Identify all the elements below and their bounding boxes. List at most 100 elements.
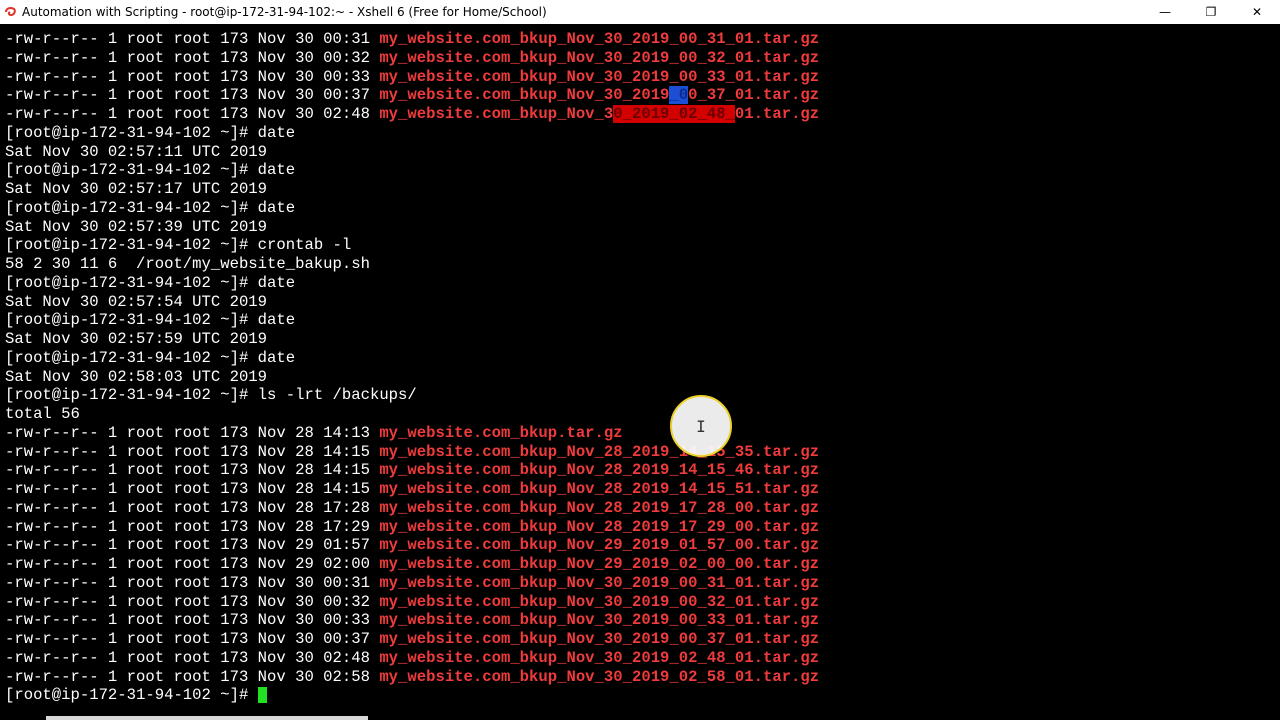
terminal-line: [root@ip-172-31-94-102 ~]# date [5,199,819,218]
file-metadata: -rw-r--r-- 1 root root 173 Nov 30 02:48 [5,648,380,667]
shell-command: date [257,161,296,180]
terminal-line: Sat Nov 30 02:57:54 UTC 2019 [5,293,819,312]
terminal-line: -rw-r--r-- 1 root root 173 Nov 28 17:29 … [5,518,819,537]
terminal-line: -rw-r--r-- 1 root root 173 Nov 30 00:32 … [5,593,819,612]
file-name[interactable]: my_website.com_bkup_Nov_30_2019_00_32_01… [379,593,819,611]
file-name[interactable]: my_website.com_bkup_Nov_30_2019_02_48_01… [379,649,819,667]
restore-button[interactable]: ❐ [1188,0,1234,24]
text-selection-highlight: 0_2019_02_48_ [613,105,735,123]
shell-command: crontab -l [257,236,352,255]
file-name[interactable]: my_website.com_bkup_Nov_30_2019_00_33_01… [379,611,819,629]
terminal-line: -rw-r--r-- 1 root root 173 Nov 30 00:31 … [5,574,819,593]
shell-prompt: [root@ip-172-31-94-102 ~]# [5,686,258,705]
shell-prompt: [root@ip-172-31-94-102 ~]# [5,236,258,255]
text-selection-highlight: _0 [669,86,689,105]
file-name[interactable]: my_website.com_bkup_Nov_28_2019_14_15_46… [379,461,819,479]
file-name[interactable]: my_website.com_bkup_Nov_30_2019_00_33_01… [379,68,819,86]
file-metadata: -rw-r--r-- 1 root root 173 Nov 30 00:33 [5,611,380,630]
file-metadata: -rw-r--r-- 1 root root 173 Nov 30 00:31 [5,573,380,592]
terminal-line: -rw-r--r-- 1 root root 173 Nov 29 02:00 … [5,555,819,574]
file-name[interactable]: my_website.com_bkup_Nov_30_2019_02_48_01… [379,105,819,123]
terminal-line: [root@ip-172-31-94-102 ~]# [5,686,819,705]
terminal-line: Sat Nov 30 02:57:11 UTC 2019 [5,143,819,162]
file-name[interactable]: my_website.com_bkup_Nov_30_2019_00_31_01… [379,574,819,592]
terminal-view[interactable]: -rw-r--r-- 1 root root 173 Nov 30 00:31 … [0,30,1280,720]
command-output: Sat Nov 30 02:57:59 UTC 2019 [5,330,268,348]
minimize-button[interactable]: — [1142,0,1188,24]
status-bar-strip [46,716,368,720]
file-metadata: -rw-r--r-- 1 root root 173 Nov 28 14:15 [5,480,380,498]
text-cursor-icon: I [696,416,706,436]
title-bar[interactable]: Automation with Scripting - root@ip-172-… [0,0,1280,24]
terminal-line: Sat Nov 30 02:58:03 UTC 2019 [5,368,819,387]
terminal-line: -rw-r--r-- 1 root root 173 Nov 30 00:32 … [5,49,819,68]
file-metadata: -rw-r--r-- 1 root root 173 Nov 30 00:37 [5,86,380,105]
mouse-pointer-highlight: I [670,395,732,457]
file-name[interactable]: my_website.com_bkup_Nov_29_2019_02_00_00… [379,555,819,573]
command-output: Sat Nov 30 02:57:17 UTC 2019 [5,180,268,198]
file-name[interactable]: my_website.com_bkup_Nov_30_2019_02_58_01… [379,668,819,686]
file-name[interactable]: my_website.com_bkup_Nov_28_2019_14_15_51… [379,480,819,498]
file-name[interactable]: my_website.com_bkup_Nov_30_2019_00_31_01… [379,30,819,48]
shell-prompt: [root@ip-172-31-94-102 ~]# [5,161,258,180]
window-title: Automation with Scripting - root@ip-172-… [22,5,547,19]
terminal-cursor[interactable] [257,687,267,704]
file-metadata: -rw-r--r-- 1 root root 173 Nov 28 14:13 [5,423,380,442]
file-metadata: -rw-r--r-- 1 root root 173 Nov 28 17:29 [5,517,380,536]
terminal-line: -rw-r--r-- 1 root root 173 Nov 30 02:48 … [5,649,819,668]
shell-prompt: [root@ip-172-31-94-102 ~]# [5,386,258,405]
shell-command: date [257,198,296,217]
file-metadata: -rw-r--r-- 1 root root 173 Nov 28 14:15 [5,461,380,480]
shell-prompt: [root@ip-172-31-94-102 ~]# [5,123,258,142]
terminal-line: -rw-r--r-- 1 root root 173 Nov 30 02:48 … [5,105,819,124]
file-name[interactable]: my_website.com_bkup_Nov_28_2019_14_15_35… [379,443,819,461]
terminal-line: -rw-r--r-- 1 root root 173 Nov 30 00:31 … [5,30,819,49]
terminal-line: [root@ip-172-31-94-102 ~]# date [5,349,819,368]
terminal-line: -rw-r--r-- 1 root root 173 Nov 28 14:15 … [5,461,819,480]
file-metadata: -rw-r--r-- 1 root root 173 Nov 30 02:58 [5,667,380,686]
file-metadata: -rw-r--r-- 1 root root 173 Nov 30 00:32 [5,592,380,611]
terminal-line: -rw-r--r-- 1 root root 173 Nov 28 17:28 … [5,499,819,518]
terminal-line: Sat Nov 30 02:57:17 UTC 2019 [5,180,819,199]
file-metadata: -rw-r--r-- 1 root root 173 Nov 29 02:00 [5,555,380,573]
shell-command: date [257,273,296,292]
command-output: Sat Nov 30 02:58:03 UTC 2019 [5,367,268,386]
terminal-line: -rw-r--r-- 1 root root 173 Nov 29 01:57 … [5,536,819,555]
shell-prompt: [root@ip-172-31-94-102 ~]# [5,273,258,292]
terminal-line: [root@ip-172-31-94-102 ~]# date [5,311,819,330]
file-metadata: -rw-r--r-- 1 root root 173 Nov 29 01:57 [5,536,380,555]
terminal-line: -rw-r--r-- 1 root root 173 Nov 30 00:33 … [5,611,819,630]
file-metadata: -rw-r--r-- 1 root root 173 Nov 30 00:37 [5,630,380,648]
file-metadata: -rw-r--r-- 1 root root 173 Nov 30 02:48 [5,105,380,123]
command-output: total 56 [5,405,80,423]
shell-prompt: [root@ip-172-31-94-102 ~]# [5,311,258,330]
terminal-line: [root@ip-172-31-94-102 ~]# date [5,161,819,180]
terminal-line: -rw-r--r-- 1 root root 173 Nov 30 02:58 … [5,668,819,687]
terminal-line: [root@ip-172-31-94-102 ~]# date [5,124,819,143]
file-name[interactable]: my_website.com_bkup_Nov_30_2019_00_37_01… [379,86,819,105]
file-name[interactable]: my_website.com_bkup_Nov_28_2019_17_28_00… [379,499,819,517]
file-name[interactable]: my_website.com_bkup_Nov_29_2019_01_57_00… [379,536,819,554]
terminal-line: Sat Nov 30 02:57:59 UTC 2019 [5,330,819,349]
file-metadata: -rw-r--r-- 1 root root 173 Nov 30 00:33 [5,67,380,86]
terminal-line: [root@ip-172-31-94-102 ~]# crontab -l [5,236,819,255]
close-button[interactable]: ✕ [1234,0,1280,24]
window-controls: — ❐ ✕ [1142,0,1280,24]
file-name[interactable]: my_website.com_bkup.tar.gz [379,424,622,442]
shell-command: date [257,311,296,330]
file-name[interactable]: my_website.com_bkup_Nov_28_2019_17_29_00… [379,518,819,536]
file-name[interactable]: my_website.com_bkup_Nov_30_2019_00_32_01… [379,49,819,67]
shell-prompt: [root@ip-172-31-94-102 ~]# [5,348,258,367]
terminal-line: -rw-r--r-- 1 root root 173 Nov 30 00:37 … [5,630,819,649]
file-metadata: -rw-r--r-- 1 root root 173 Nov 30 00:31 [5,30,380,48]
file-metadata: -rw-r--r-- 1 root root 173 Nov 30 00:32 [5,48,380,67]
terminal-line: 58 2 30 11 6 /root/my_website_bakup.sh [5,255,819,274]
file-name[interactable]: my_website.com_bkup_Nov_30_2019_00_37_01… [379,630,819,648]
shell-command: date [257,123,296,142]
file-metadata: -rw-r--r-- 1 root root 173 Nov 28 14:15 [5,442,380,461]
command-output: Sat Nov 30 02:57:11 UTC 2019 [5,142,268,161]
terminal-line: [root@ip-172-31-94-102 ~]# date [5,274,819,293]
shell-command: date [257,348,296,367]
command-output: 58 2 30 11 6 /root/my_website_bakup.sh [5,255,370,273]
xshell-app-icon[interactable] [5,6,17,18]
